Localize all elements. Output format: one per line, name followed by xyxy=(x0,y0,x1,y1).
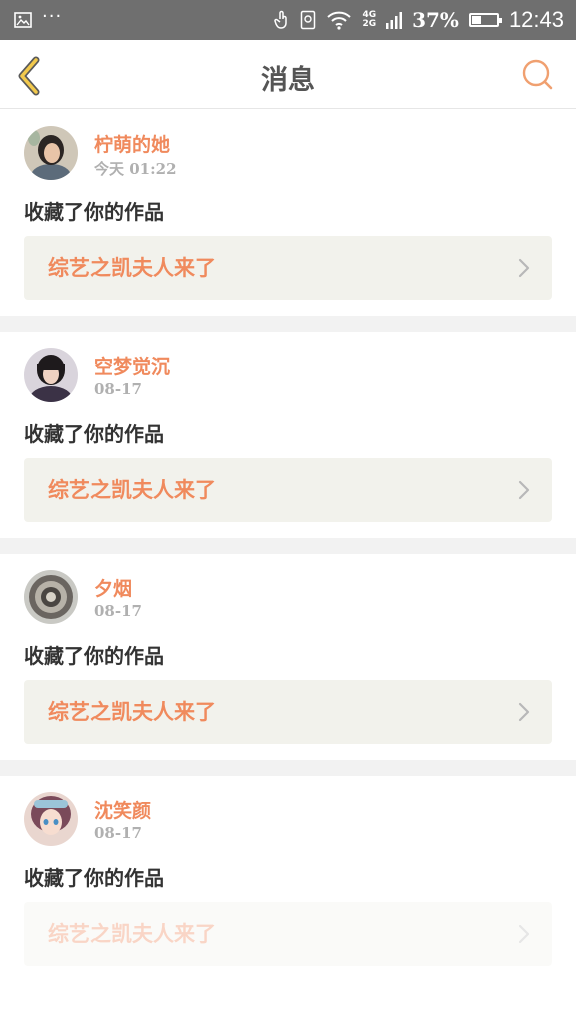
message-time: 08-17 xyxy=(94,602,142,620)
status-bar: ··· 4G 2G 37% 12:43 xyxy=(0,0,576,40)
message-time: 今天 01:22 xyxy=(94,160,177,178)
message-header: 沈笑颜 08-17 xyxy=(0,776,576,854)
message-item: 夕烟 08-17 收藏了你的作品 综艺之凯夫人来了 xyxy=(0,554,576,760)
avatar-image xyxy=(24,348,78,402)
network-type: 4G 2G xyxy=(362,11,376,29)
divider xyxy=(0,760,576,776)
message-item: 空梦觉沉 08-17 收藏了你的作品 综艺之凯夫人来了 xyxy=(0,332,576,538)
battery-fill xyxy=(471,16,481,24)
divider xyxy=(0,316,576,332)
avatar[interactable] xyxy=(24,126,78,180)
user-name[interactable]: 空梦觉沉 xyxy=(94,352,170,379)
clock: 12:43 xyxy=(508,7,564,32)
avatar-image xyxy=(24,570,78,624)
avatar[interactable] xyxy=(24,570,78,624)
message-header: 柠萌的她 今天 01:22 xyxy=(0,110,576,188)
work-card[interactable]: 综艺之凯夫人来了 xyxy=(24,458,552,522)
message-item: 沈笑颜 08-17 收藏了你的作品 综艺之凯夫人来了 xyxy=(0,776,576,966)
work-title: 综艺之凯夫人来了 xyxy=(48,699,216,724)
signal-icon xyxy=(386,12,403,29)
work-title: 综艺之凯夫人来了 xyxy=(48,255,216,280)
nav-bar: 消息 xyxy=(0,40,576,109)
message-header: 夕烟 08-17 xyxy=(0,554,576,632)
message-action: 收藏了你的作品 xyxy=(24,644,164,668)
battery-percent: 37% xyxy=(412,8,459,32)
chevron-right-icon xyxy=(518,924,530,944)
work-card[interactable]: 综艺之凯夫人来了 xyxy=(24,236,552,300)
divider xyxy=(0,538,576,554)
avatar[interactable] xyxy=(24,348,78,402)
work-title: 综艺之凯夫人来了 xyxy=(48,921,216,946)
search-icon xyxy=(522,59,553,90)
work-card[interactable]: 综艺之凯夫人来了 xyxy=(24,680,552,744)
page-title: 消息 xyxy=(261,65,315,96)
touch-icon xyxy=(274,10,288,29)
user-name[interactable]: 夕烟 xyxy=(94,574,132,601)
message-header: 空梦觉沉 08-17 xyxy=(0,332,576,410)
message-list: 柠萌的她 今天 01:22 收藏了你的作品 综艺之凯夫人来了 空梦觉沉 08-1… xyxy=(0,110,576,966)
status-right: 4G 2G 37% 12:43 xyxy=(274,7,564,33)
avatar-image xyxy=(24,792,78,846)
avatar[interactable] xyxy=(24,792,78,846)
wifi-icon xyxy=(327,11,352,30)
message-action: 收藏了你的作品 xyxy=(24,200,164,224)
chevron-right-icon xyxy=(518,258,530,278)
battery-icon xyxy=(468,13,502,27)
image-icon xyxy=(14,12,32,28)
message-action: 收藏了你的作品 xyxy=(24,422,164,446)
sim-icon xyxy=(301,10,316,30)
message-time: 08-17 xyxy=(94,380,142,398)
status-left: ··· xyxy=(14,8,62,28)
work-title: 综艺之凯夫人来了 xyxy=(48,477,216,502)
message-time: 08-17 xyxy=(94,824,142,842)
network-bottom: 2G xyxy=(362,19,377,29)
work-card[interactable]: 综艺之凯夫人来了 xyxy=(24,902,552,966)
user-name[interactable]: 柠萌的她 xyxy=(94,130,170,157)
message-item: 柠萌的她 今天 01:22 收藏了你的作品 综艺之凯夫人来了 xyxy=(0,110,576,316)
message-action: 收藏了你的作品 xyxy=(24,866,164,890)
user-name[interactable]: 沈笑颜 xyxy=(94,796,151,823)
search-button[interactable] xyxy=(520,57,554,91)
avatar-image xyxy=(24,126,78,180)
chevron-right-icon xyxy=(518,702,530,722)
chevron-right-icon xyxy=(518,480,530,500)
more-notifications-icon: ··· xyxy=(42,6,63,27)
